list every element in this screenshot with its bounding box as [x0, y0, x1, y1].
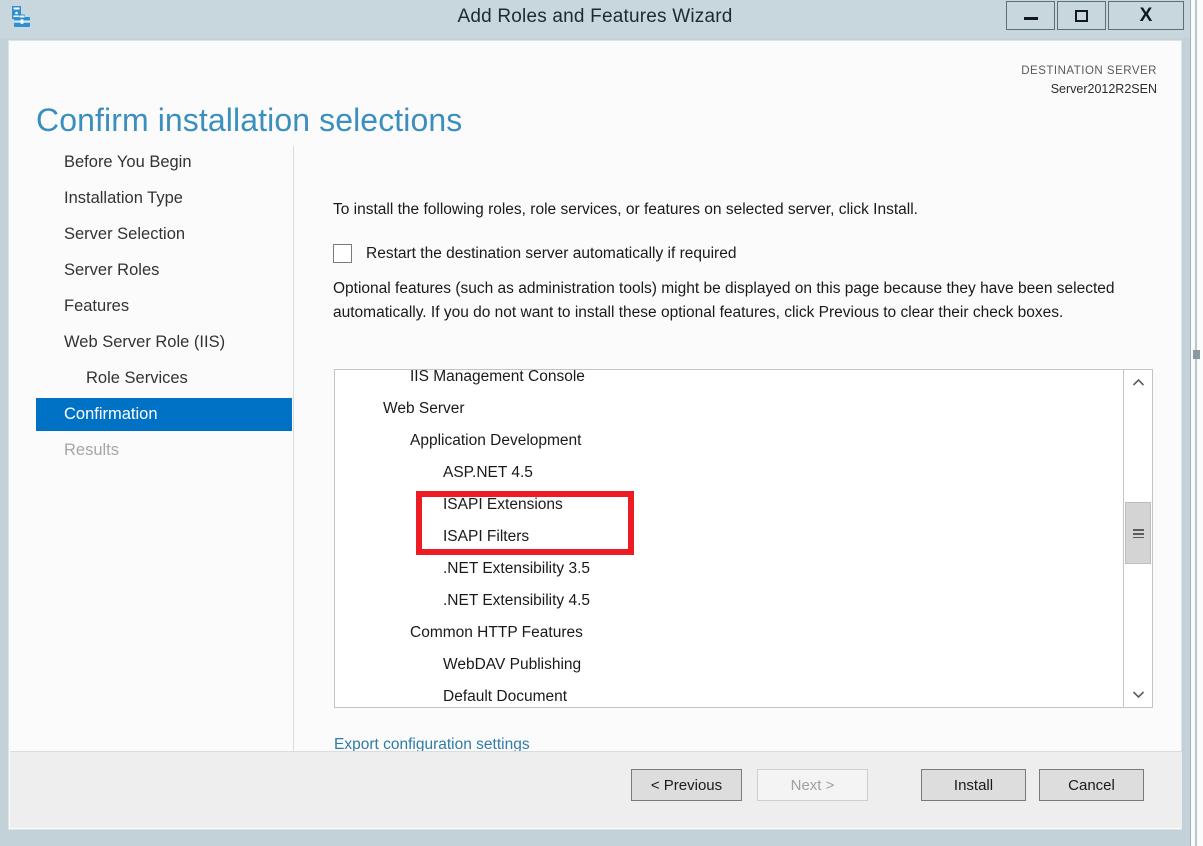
sidebar-item-installation-type[interactable]: Installation Type — [36, 182, 292, 215]
sidebar-item-server-selection[interactable]: Server Selection — [36, 218, 292, 251]
restart-server-checkbox[interactable] — [333, 244, 352, 263]
sidebar-item-label: Server Roles — [64, 261, 159, 280]
minimize-icon — [1024, 17, 1038, 20]
sidebar-item-before-you-begin[interactable]: Before You Begin — [36, 146, 292, 179]
destination-server-info: DESTINATION SERVER Server2012R2SEN — [1021, 63, 1157, 98]
listbox-content: IIS Management Console Web Server Applic… — [335, 370, 1124, 707]
install-button[interactable]: Install — [921, 769, 1026, 801]
scrollbar-thumb[interactable] — [1125, 502, 1151, 564]
cancel-button[interactable]: Cancel — [1039, 769, 1144, 801]
restart-server-checkbox-label: Restart the destination server automatic… — [366, 245, 736, 263]
sidebar-item-label: Results — [64, 441, 119, 460]
sidebar-divider — [293, 146, 294, 766]
list-item[interactable]: ASP.NET 4.5 — [335, 457, 1124, 489]
scrollbar-grip-icon — [1133, 529, 1144, 538]
next-button: Next > — [757, 769, 868, 801]
restart-server-option: Restart the destination server automatic… — [333, 244, 736, 263]
list-item[interactable]: .NET Extensibility 3.5 — [335, 553, 1124, 585]
maximize-icon — [1075, 10, 1088, 22]
list-item[interactable]: Web Server — [335, 393, 1124, 425]
list-item[interactable]: WebDAV Publishing — [335, 649, 1124, 681]
sidebar-item-label: Role Services — [86, 369, 188, 388]
sidebar-item-features[interactable]: Features — [36, 290, 292, 323]
background-scrollbar-track — [1195, 0, 1197, 846]
sidebar-item-label: Web Server Role (IIS) — [64, 333, 225, 352]
sidebar-item-results: Results — [36, 434, 292, 467]
scroll-down-icon[interactable] — [1124, 682, 1152, 707]
list-item[interactable]: .NET Extensibility 4.5 — [335, 585, 1124, 617]
listbox-scrollbar[interactable] — [1123, 370, 1152, 707]
previous-button[interactable]: < Previous — [631, 769, 742, 801]
selected-features-listbox[interactable]: IIS Management Console Web Server Applic… — [334, 369, 1153, 708]
list-item[interactable]: Default Document — [335, 681, 1124, 707]
list-item-isapi-filters[interactable]: ISAPI Filters — [335, 521, 1124, 553]
sidebar-item-role-services[interactable]: Role Services — [36, 362, 292, 395]
intro-text: To install the following roles, role ser… — [333, 201, 1133, 219]
listbox-viewport: IIS Management Console Web Server Applic… — [335, 370, 1124, 707]
background-scrollbar-thumb[interactable] — [1193, 350, 1200, 359]
sidebar-item-label: Server Selection — [64, 225, 185, 244]
wizard-step-navigation: Before You Begin Installation Type Serve… — [9, 146, 293, 766]
close-button[interactable]: X — [1108, 1, 1184, 30]
sidebar-item-label: Installation Type — [64, 189, 183, 208]
list-item[interactable]: Application Development — [335, 425, 1124, 457]
destination-server-name: Server2012R2SEN — [1021, 80, 1157, 98]
sidebar-item-label: Features — [64, 297, 129, 316]
wizard-client-area: Confirm installation selections DESTINAT… — [8, 40, 1182, 830]
sidebar-item-label: Before You Begin — [64, 153, 192, 172]
page-title: Confirm installation selections — [36, 102, 462, 139]
wizard-footer: < Previous Next > Install Cancel — [10, 751, 1182, 828]
close-icon: X — [1140, 5, 1153, 27]
scroll-up-icon[interactable] — [1124, 370, 1152, 395]
sidebar-item-confirmation[interactable]: Confirmation — [36, 398, 292, 431]
add-roles-and-features-wizard-window: Add Roles and Features Wizard X Confirm … — [0, 0, 1190, 838]
title-bar[interactable]: Add Roles and Features Wizard X — [0, 0, 1190, 38]
optional-features-note: Optional features (such as administratio… — [333, 277, 1155, 324]
list-item[interactable]: Common HTTP Features — [335, 617, 1124, 649]
sidebar-item-server-roles[interactable]: Server Roles — [36, 254, 292, 287]
background-window-edge — [1190, 0, 1203, 846]
destination-server-label: DESTINATION SERVER — [1021, 63, 1157, 80]
list-item[interactable]: IIS Management Console — [335, 370, 1124, 393]
list-item-isapi-extensions[interactable]: ISAPI Extensions — [335, 489, 1124, 521]
minimize-button[interactable] — [1006, 1, 1055, 30]
sidebar-item-web-server-role-iis[interactable]: Web Server Role (IIS) — [36, 326, 292, 359]
maximize-button[interactable] — [1057, 1, 1106, 30]
sidebar-item-label: Confirmation — [64, 405, 158, 424]
